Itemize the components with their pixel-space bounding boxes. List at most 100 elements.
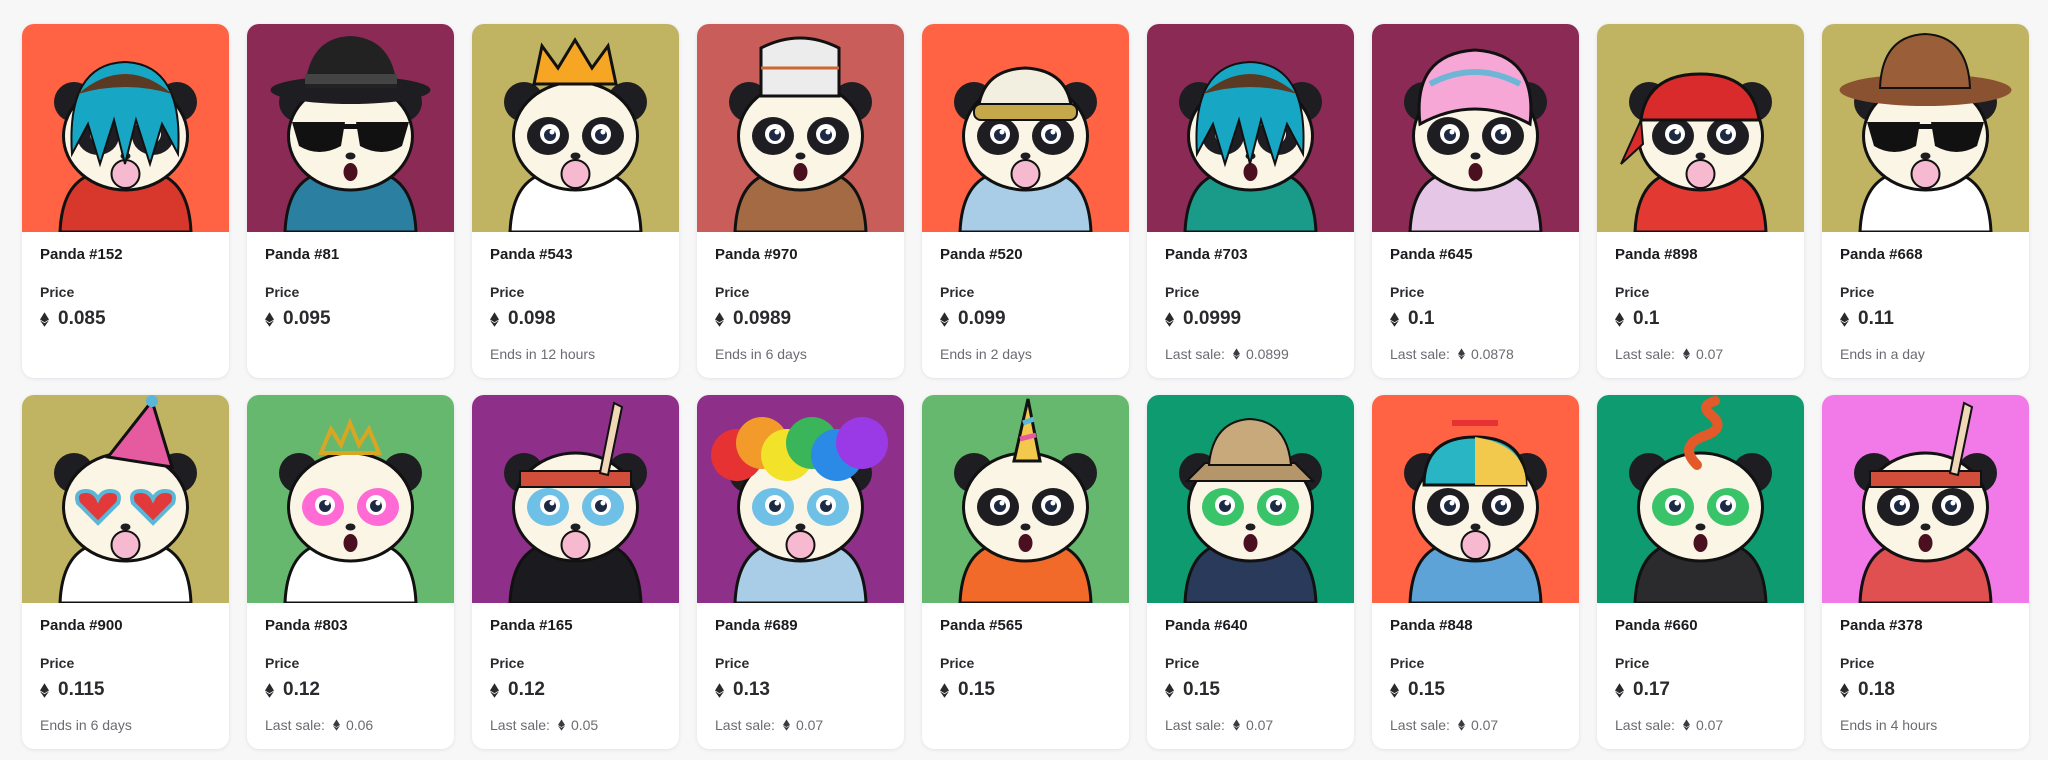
- panda-artwork[interactable]: [1147, 24, 1354, 232]
- card-title[interactable]: Panda #378: [1840, 616, 2011, 636]
- nft-card-12[interactable]: Panda #165 Price 0.12 Last sale: 0.05: [472, 395, 679, 749]
- price-row: 0.12: [490, 678, 661, 702]
- eth-icon: [265, 311, 274, 327]
- card-info: Panda #378 Price 0.18 Ends in 4 hours: [1822, 603, 2029, 734]
- nft-card-18[interactable]: Panda #378 Price 0.18 Ends in 4 hours: [1822, 395, 2029, 749]
- nft-card-4[interactable]: Panda #970 Price 0.0989 Ends in 6 days: [697, 24, 904, 378]
- nft-card-9[interactable]: Panda #668 Price 0.11 Ends in a day: [1822, 24, 2029, 378]
- price-label: Price: [40, 284, 75, 300]
- panda-artwork[interactable]: [1147, 395, 1354, 603]
- nft-card-17[interactable]: Panda #660 Price 0.17 Last sale: 0.07: [1597, 395, 1804, 749]
- card-title[interactable]: Panda #900: [40, 616, 211, 636]
- price-label: Price: [940, 655, 975, 671]
- card-title[interactable]: Panda #689: [715, 616, 886, 636]
- eth-icon: [1232, 719, 1240, 731]
- card-footer: [940, 716, 1111, 734]
- price-row: 0.0999: [1165, 307, 1336, 331]
- nft-card-11[interactable]: Panda #803 Price 0.12 Last sale: 0.06: [247, 395, 454, 749]
- eth-icon: [940, 311, 949, 327]
- panda-artwork[interactable]: [472, 24, 679, 232]
- panda-artwork[interactable]: [697, 24, 904, 232]
- nft-card-7[interactable]: Panda #645 Price 0.1 Last sale: 0.0878: [1372, 24, 1579, 378]
- card-info: Panda #520 Price 0.099 Ends in 2 days: [922, 232, 1129, 363]
- card-title[interactable]: Panda #898: [1615, 245, 1786, 265]
- price-row: 0.1: [1390, 307, 1561, 331]
- card-title[interactable]: Panda #640: [1165, 616, 1336, 636]
- card-title[interactable]: Panda #165: [490, 616, 661, 636]
- panda-artwork[interactable]: [22, 395, 229, 603]
- card-title[interactable]: Panda #565: [940, 616, 1111, 636]
- nft-card-5[interactable]: Panda #520 Price 0.099 Ends in 2 days: [922, 24, 1129, 378]
- panda-artwork[interactable]: [1372, 395, 1579, 603]
- price-label: Price: [715, 284, 750, 300]
- card-title[interactable]: Panda #543: [490, 245, 661, 265]
- last-sale-value: 0.07: [1470, 717, 1499, 733]
- nft-card-6[interactable]: Panda #703 Price 0.0999 Last sale: 0.0899: [1147, 24, 1354, 378]
- card-footer: Last sale: 0.0878: [1390, 345, 1561, 363]
- card-info: Panda #900 Price 0.115 Ends in 6 days: [22, 603, 229, 734]
- nft-card-1[interactable]: Panda #152 Price 0.085: [22, 24, 229, 378]
- panda-artwork[interactable]: [697, 395, 904, 603]
- nft-card-16[interactable]: Panda #848 Price 0.15 Last sale: 0.07: [1372, 395, 1579, 749]
- auction-ends-text: Ends in 2 days: [940, 346, 1032, 362]
- price-label: Price: [40, 655, 75, 671]
- nft-grid: Panda #152 Price 0.085 Panda #81 Price 0…: [22, 24, 2029, 749]
- card-footer: Last sale: 0.0899: [1165, 345, 1336, 363]
- price-row: 0.11: [1840, 307, 2011, 331]
- price-row: 0.15: [940, 678, 1111, 702]
- card-title[interactable]: Panda #703: [1165, 245, 1336, 265]
- nft-card-8[interactable]: Panda #898 Price 0.1 Last sale: 0.07: [1597, 24, 1804, 378]
- price-value: 0.12: [508, 679, 545, 700]
- card-title[interactable]: Panda #520: [940, 245, 1111, 265]
- nft-card-14[interactable]: Panda #565 Price 0.15: [922, 395, 1129, 749]
- panda-artwork[interactable]: [1597, 395, 1804, 603]
- panda-artwork[interactable]: [1822, 395, 2029, 603]
- panda-artwork[interactable]: [247, 24, 454, 232]
- card-title[interactable]: Panda #668: [1840, 245, 2011, 265]
- panda-artwork[interactable]: [1597, 24, 1804, 232]
- card-footer: Last sale: 0.05: [490, 716, 661, 734]
- card-footer: Last sale: 0.07: [1615, 345, 1786, 363]
- panda-artwork[interactable]: [922, 24, 1129, 232]
- last-sale-value: 0.06: [345, 717, 374, 733]
- price-value: 0.085: [58, 308, 106, 329]
- last-sale-value: 0.07: [1245, 717, 1274, 733]
- price-label: Price: [490, 655, 525, 671]
- price-row: 0.17: [1615, 678, 1786, 702]
- card-title[interactable]: Panda #152: [40, 245, 211, 265]
- eth-icon: [940, 682, 949, 698]
- eth-icon: [40, 311, 49, 327]
- card-title[interactable]: Panda #81: [265, 245, 436, 265]
- panda-artwork[interactable]: [1372, 24, 1579, 232]
- price-value: 0.12: [283, 679, 320, 700]
- eth-icon: [1840, 682, 1849, 698]
- card-info: Panda #848 Price 0.15 Last sale: 0.07: [1372, 603, 1579, 734]
- card-title[interactable]: Panda #803: [265, 616, 436, 636]
- eth-icon: [1615, 682, 1624, 698]
- eth-icon: [1615, 311, 1624, 327]
- panda-artwork[interactable]: [922, 395, 1129, 603]
- nft-card-10[interactable]: Panda #900 Price 0.115 Ends in 6 days: [22, 395, 229, 749]
- price-row: 0.085: [40, 307, 211, 331]
- nft-card-15[interactable]: Panda #640 Price 0.15 Last sale: 0.07: [1147, 395, 1354, 749]
- card-title[interactable]: Panda #660: [1615, 616, 1786, 636]
- panda-artwork[interactable]: [247, 395, 454, 603]
- panda-artwork[interactable]: [472, 395, 679, 603]
- eth-icon: [782, 719, 790, 731]
- price-label: Price: [940, 284, 975, 300]
- card-footer: [40, 345, 211, 363]
- eth-icon: [1165, 311, 1174, 327]
- card-title[interactable]: Panda #970: [715, 245, 886, 265]
- nft-card-2[interactable]: Panda #81 Price 0.095: [247, 24, 454, 378]
- eth-icon: [1840, 311, 1849, 327]
- price-row: 0.15: [1390, 678, 1561, 702]
- card-title[interactable]: Panda #645: [1390, 245, 1561, 265]
- nft-card-3[interactable]: Panda #543 Price 0.098 Ends in 12 hours: [472, 24, 679, 378]
- nft-card-13[interactable]: Panda #689 Price 0.13 Last sale: 0.07: [697, 395, 904, 749]
- card-footer: Ends in a day: [1840, 345, 2011, 363]
- card-footer: Last sale: 0.07: [715, 716, 886, 734]
- panda-artwork[interactable]: [1822, 24, 2029, 232]
- card-title[interactable]: Panda #848: [1390, 616, 1561, 636]
- panda-artwork[interactable]: [22, 24, 229, 232]
- card-info: Panda #165 Price 0.12 Last sale: 0.05: [472, 603, 679, 734]
